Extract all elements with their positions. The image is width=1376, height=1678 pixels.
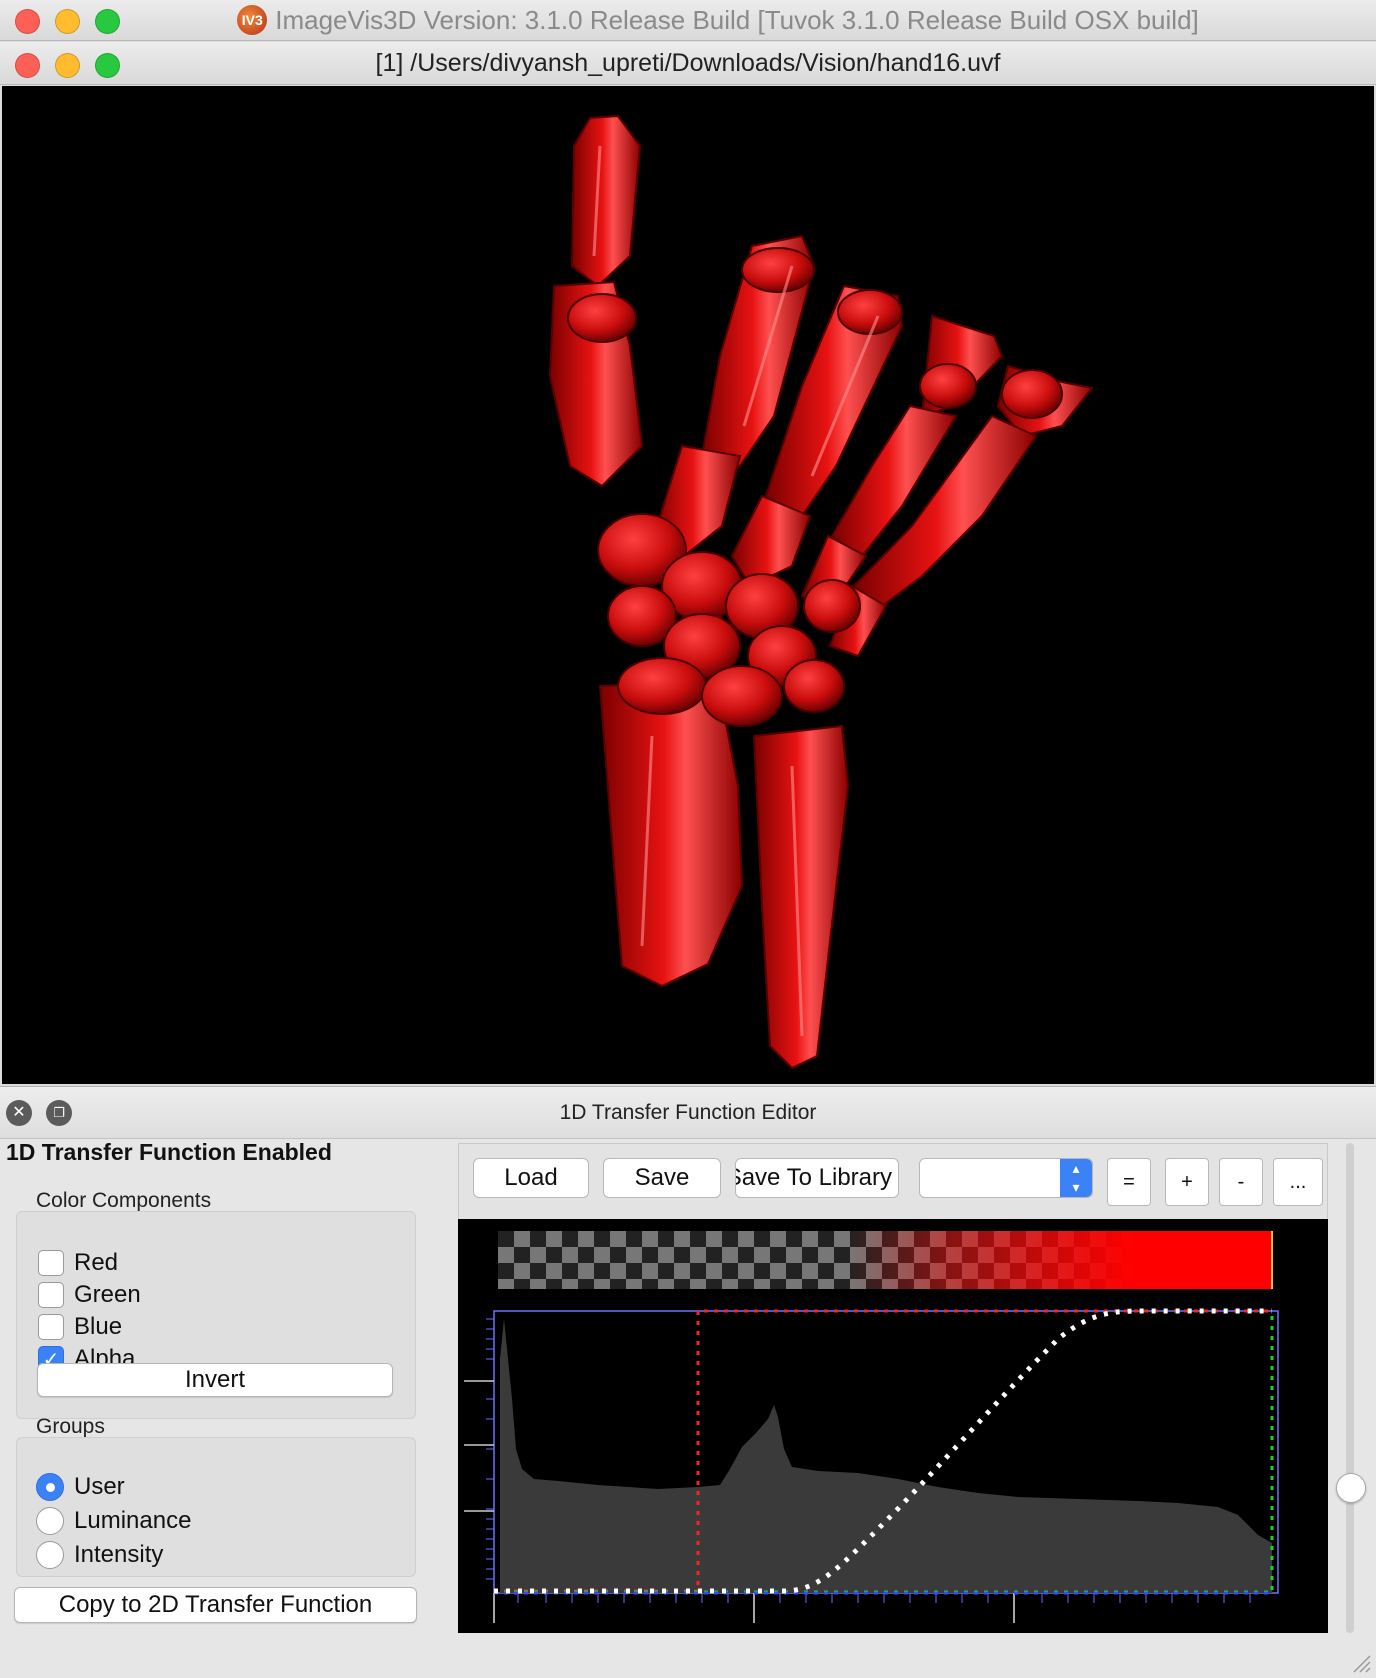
equal-button[interactable]: = — [1107, 1158, 1151, 1206]
zoom-slider-handle[interactable] — [1336, 1473, 1366, 1503]
app-title-text: ImageVis3D Version: 3.1.0 Release Build … — [275, 4, 1199, 35]
green-checkbox[interactable] — [38, 1282, 64, 1308]
user-label: User — [74, 1473, 125, 1500]
more-options-button[interactable]: ... — [1273, 1158, 1323, 1206]
copy-to-2d-button[interactable]: Copy to 2D Transfer Function — [14, 1587, 417, 1623]
rendered-hand-volume — [548, 114, 1094, 1070]
luminance-label: Luminance — [74, 1507, 192, 1534]
luminance-radio-row[interactable]: Luminance — [36, 1507, 191, 1535]
transfer-function-editor-dock: ✕ ❐ 1D Transfer Function Editor 1D Trans… — [0, 1086, 1376, 1678]
save-to-library-label: Save To Library — [735, 1164, 892, 1191]
groups-title: Groups — [36, 1415, 105, 1438]
color-components-title: Color Components — [36, 1189, 212, 1212]
tf-toolbar: Load Save Save To Library ▴ ▾ = + - ... — [458, 1143, 1328, 1221]
user-radio-row[interactable]: User — [36, 1473, 125, 1501]
document-titlebar[interactable]: [1] /Users/divyansh_upreti/Downloads/Vis… — [0, 42, 1376, 85]
blue-label: Blue — [74, 1313, 123, 1340]
invert-button[interactable]: Invert — [37, 1363, 393, 1397]
app-titlebar[interactable]: IV3 ImageVis3D Version: 3.1.0 Release Bu… — [0, 0, 1376, 41]
zoom-out-button[interactable]: - — [1219, 1158, 1263, 1206]
editor-titlebar[interactable]: ✕ ❐ 1D Transfer Function Editor — [0, 1087, 1376, 1139]
green-checkbox-row[interactable]: Green — [38, 1281, 141, 1309]
intensity-radio-row[interactable]: Intensity — [36, 1541, 163, 1569]
green-label: Green — [74, 1281, 141, 1308]
zoom-in-button[interactable]: + — [1165, 1158, 1209, 1206]
user-radio[interactable] — [36, 1473, 64, 1501]
resize-grip-icon[interactable] — [1350, 1652, 1372, 1674]
preset-select[interactable]: ▴ ▾ — [919, 1158, 1093, 1198]
luminance-radio[interactable] — [36, 1507, 64, 1535]
save-to-library-button[interactable]: Save To Library — [735, 1158, 899, 1198]
intensity-radio[interactable] — [36, 1541, 64, 1569]
document-title: [1] /Users/divyansh_upreti/Downloads/Vis… — [375, 48, 1001, 77]
red-checkbox-row[interactable]: Red — [38, 1249, 118, 1277]
volume-render-view[interactable] — [2, 86, 1374, 1084]
save-button[interactable]: Save — [603, 1158, 721, 1198]
up-down-arrows-icon: ▴ ▾ — [1060, 1159, 1092, 1197]
zoom-slider-track[interactable] — [1346, 1143, 1354, 1633]
intensity-label: Intensity — [74, 1541, 164, 1568]
blue-checkbox[interactable] — [38, 1314, 64, 1340]
blue-checkbox-row[interactable]: Blue — [38, 1313, 122, 1341]
transfer-function-graph — [464, 1231, 1279, 1623]
histogram — [500, 1319, 1272, 1593]
tf-enabled-label: 1D Transfer Function Enabled — [6, 1139, 332, 1165]
transfer-function-canvas[interactable] — [458, 1219, 1328, 1633]
load-button[interactable]: Load — [473, 1158, 589, 1198]
red-label: Red — [74, 1249, 119, 1276]
editor-title: 1D Transfer Function Editor — [559, 1101, 817, 1124]
red-checkbox[interactable] — [38, 1250, 64, 1276]
color-preview-bar — [498, 1231, 1273, 1289]
app-logo-icon: IV3 — [237, 5, 268, 35]
app-title: IV3 ImageVis3D Version: 3.1.0 Release Bu… — [0, 0, 1376, 40]
